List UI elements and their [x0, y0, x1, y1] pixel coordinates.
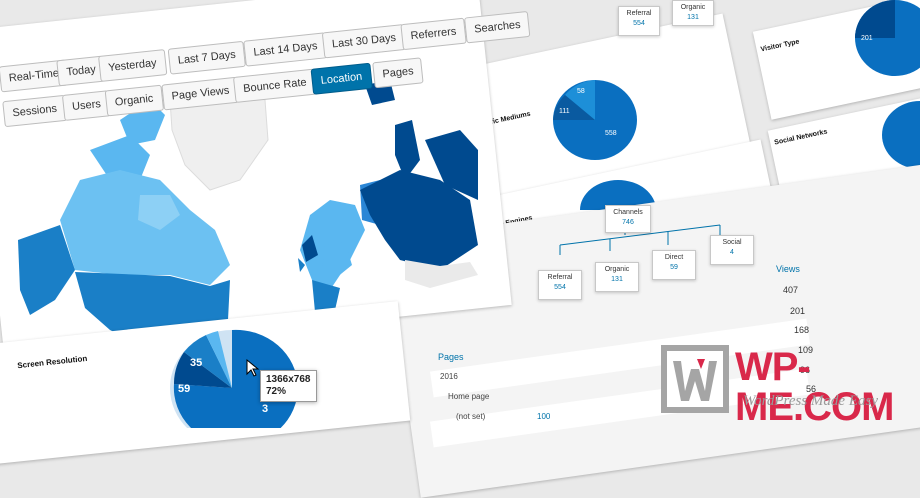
svg-text:111: 111	[559, 108, 570, 115]
channel-node-direct: Direct 59	[652, 250, 696, 280]
wp-me-logo: WP-ME.COM WordPress Made Easy	[655, 343, 917, 427]
tab-last-7-days[interactable]: Last 7 Days	[167, 40, 247, 75]
views-cell: 201	[790, 306, 806, 316]
views-cell: 168	[794, 325, 810, 335]
pie-tooltip: 1366x768 72%	[260, 370, 317, 402]
social-networks-pie	[882, 101, 920, 169]
views-header: Views	[776, 264, 800, 274]
social-networks-title: Social Networks	[773, 128, 829, 147]
traffic-mediums-pie: 558 111 58	[553, 80, 637, 160]
visitor-type-title: Visitor Type	[760, 38, 801, 54]
views-cell: 407	[783, 285, 799, 295]
svg-text:201: 201	[861, 35, 873, 42]
tab-referrers[interactable]: Referrers	[400, 17, 467, 51]
tab-last-14-days[interactable]: Last 14 Days	[243, 32, 328, 67]
page-cell[interactable]: (not set)	[456, 412, 485, 421]
tab-pages[interactable]: Pages	[372, 57, 424, 89]
pages-header: Pages	[438, 352, 464, 362]
channel-node-organic: Organic 131	[595, 262, 639, 292]
wp-me-logo-mark-icon	[661, 345, 729, 413]
pie-label-59: 59	[178, 383, 190, 395]
page-cell[interactable]: Home page	[448, 392, 489, 401]
channels-root-node: Channels 746	[605, 205, 651, 233]
svg-text:558: 558	[605, 130, 617, 137]
tab-users[interactable]: Users	[61, 90, 112, 121]
extra-value: 100	[537, 412, 551, 421]
svg-text:58: 58	[577, 88, 585, 95]
visitor-type-pie: 201	[855, 0, 920, 76]
tab-yesterday[interactable]: Yesterday	[98, 49, 167, 82]
pie-label-3: 3	[262, 403, 268, 415]
tooltip-resolution: 1366x768	[266, 374, 311, 385]
page-cell[interactable]: 2016	[440, 372, 458, 381]
top-node-referral: Referral 554	[618, 6, 660, 36]
screen-resolution-title: Screen Resolution	[16, 353, 88, 371]
top-node-organic: Organic 131	[672, 0, 714, 26]
tab-last-30-days[interactable]: Last 30 Days	[321, 23, 407, 59]
wp-me-brand-text: WP-ME.COM	[735, 345, 894, 429]
wp-me-tagline: WordPress Made Easy	[743, 393, 878, 409]
tooltip-percent: 72%	[266, 386, 287, 397]
pie-label-35: 35	[190, 357, 202, 369]
channel-node-social: Social 4	[710, 235, 754, 265]
channel-node-referral: Referral 554	[538, 270, 582, 300]
mouse-cursor-icon	[246, 358, 260, 377]
